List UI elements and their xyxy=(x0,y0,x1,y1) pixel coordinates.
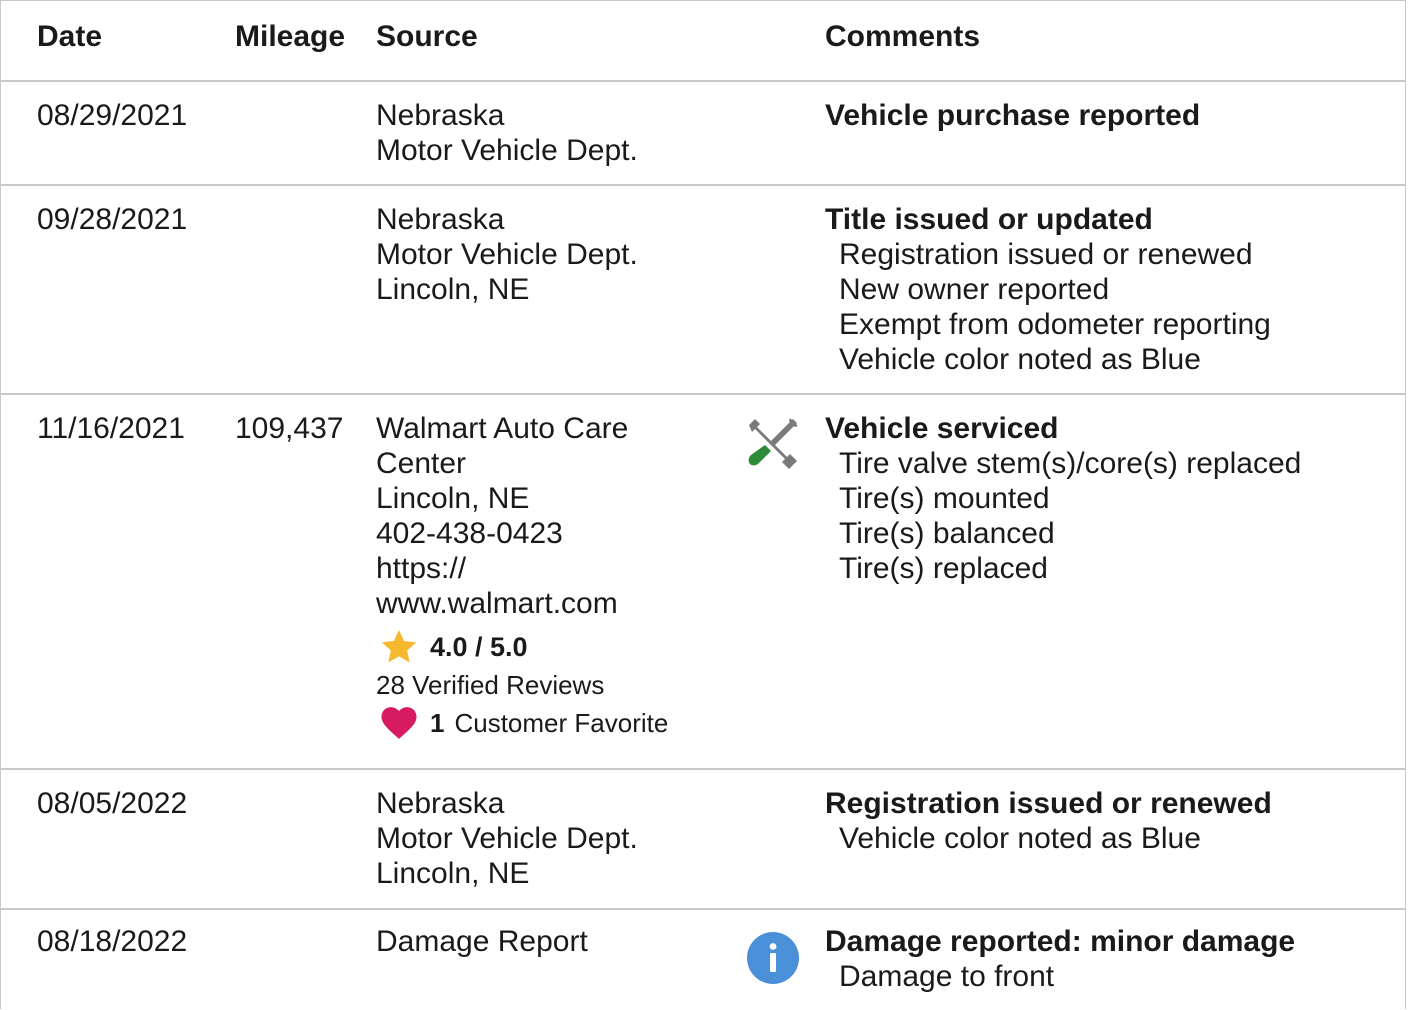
row-date: 08/18/2022 xyxy=(37,925,188,958)
comment-detail: Vehicle color noted as Blue xyxy=(839,822,1201,855)
wrench-screwdriver-icon xyxy=(748,418,798,469)
table-row: 11/16/2021 109,437 Walmart Auto Care Cen… xyxy=(1,395,1405,770)
row-date: 08/05/2022 xyxy=(37,787,188,820)
comment-detail: Registration issued or renewed xyxy=(839,238,1253,271)
row-comments: Vehicle purchase reported xyxy=(825,98,1395,133)
comment-title: Vehicle serviced xyxy=(825,412,1059,445)
comment-detail: Exempt from odometer reporting xyxy=(839,308,1271,341)
source-line: Walmart Auto Care xyxy=(376,412,629,445)
header-comments: Comments xyxy=(825,20,981,53)
source-line: Motor Vehicle Dept. xyxy=(376,238,638,271)
source-line: Motor Vehicle Dept. xyxy=(376,134,638,167)
row-mileage: 109,437 xyxy=(235,412,344,445)
comment-detail: Damage to front xyxy=(839,960,1055,993)
comment-title: Title issued or updated xyxy=(825,203,1153,236)
heart-icon xyxy=(381,707,417,739)
info-icon-cell xyxy=(746,931,806,985)
table-row: 09/28/2021 Nebraska Motor Vehicle Dept. … xyxy=(1,186,1405,395)
service-icon-cell xyxy=(743,415,803,473)
comment-detail: Tire valve stem(s)/core(s) replaced xyxy=(839,447,1302,480)
source-line: Nebraska xyxy=(376,787,505,820)
comment-detail: New owner reported xyxy=(839,273,1110,306)
source-line: Motor Vehicle Dept. xyxy=(376,822,638,855)
rating-value: 4.0 / 5.0 xyxy=(430,631,528,662)
row-source: Nebraska Motor Vehicle Dept. xyxy=(376,98,736,168)
info-icon[interactable] xyxy=(746,931,800,985)
header-mileage: Mileage xyxy=(235,20,346,53)
star-icon xyxy=(381,630,417,663)
source-line: Lincoln, NE xyxy=(376,273,530,306)
comment-detail: Tire(s) mounted xyxy=(839,482,1050,515)
row-source: Nebraska Motor Vehicle Dept. Lincoln, NE xyxy=(376,786,736,891)
table-header: Date Mileage Source Comments xyxy=(1,1,1405,82)
vehicle-history-table: Date Mileage Source Comments 08/29/2021 … xyxy=(0,0,1406,1009)
source-line: Lincoln, NE xyxy=(376,857,530,890)
source-line: Nebraska xyxy=(376,99,505,132)
header-source: Source xyxy=(376,20,478,53)
table-row: 08/18/2022 Damage Report Damage reported… xyxy=(1,910,1405,1010)
comment-detail: Tire(s) balanced xyxy=(839,517,1055,550)
row-comments: Title issued or updated Registration iss… xyxy=(825,202,1395,377)
comment-title: Vehicle purchase reported xyxy=(825,99,1201,132)
comment-title: Damage reported: minor damage xyxy=(825,925,1296,958)
reviews-link[interactable]: 28 Verified Reviews xyxy=(376,667,736,703)
table-row: 08/29/2021 Nebraska Motor Vehicle Dept. … xyxy=(1,82,1405,186)
source-url[interactable]: www.walmart.com xyxy=(376,586,736,621)
row-source: Nebraska Motor Vehicle Dept. Lincoln, NE xyxy=(376,202,736,307)
source-line: Nebraska xyxy=(376,203,505,236)
row-comments: Vehicle serviced Tire valve stem(s)/core… xyxy=(825,411,1395,586)
row-date: 09/28/2021 xyxy=(37,203,188,236)
row-comments: Damage reported: minor damage Damage to … xyxy=(825,924,1395,994)
favorite-count: 1 xyxy=(430,707,445,738)
customer-favorite: 1 Customer Favorite xyxy=(376,703,736,743)
favorite-label: Customer Favorite xyxy=(454,707,669,738)
header-date: Date xyxy=(37,20,103,53)
row-date: 08/29/2021 xyxy=(37,99,188,132)
row-comments: Registration issued or renewed Vehicle c… xyxy=(825,786,1395,856)
comment-title: Registration issued or renewed xyxy=(825,787,1272,820)
table-row: 08/05/2022 Nebraska Motor Vehicle Dept. … xyxy=(1,770,1405,910)
source-phone[interactable]: 402-438-0423 xyxy=(376,516,736,551)
row-source: Damage Report xyxy=(376,924,736,959)
row-date: 11/16/2021 xyxy=(37,412,185,445)
rating: 4.0 / 5.0 xyxy=(376,629,736,665)
source-line: Damage Report xyxy=(376,925,588,958)
row-source: Walmart Auto Care Center Lincoln, NE 402… xyxy=(376,411,736,743)
source-url[interactable]: https:// xyxy=(376,551,736,586)
comment-detail: Vehicle color noted as Blue xyxy=(839,343,1201,376)
source-line: Lincoln, NE xyxy=(376,482,530,515)
source-line: Center xyxy=(376,447,467,480)
comment-detail: Tire(s) replaced xyxy=(839,552,1048,585)
